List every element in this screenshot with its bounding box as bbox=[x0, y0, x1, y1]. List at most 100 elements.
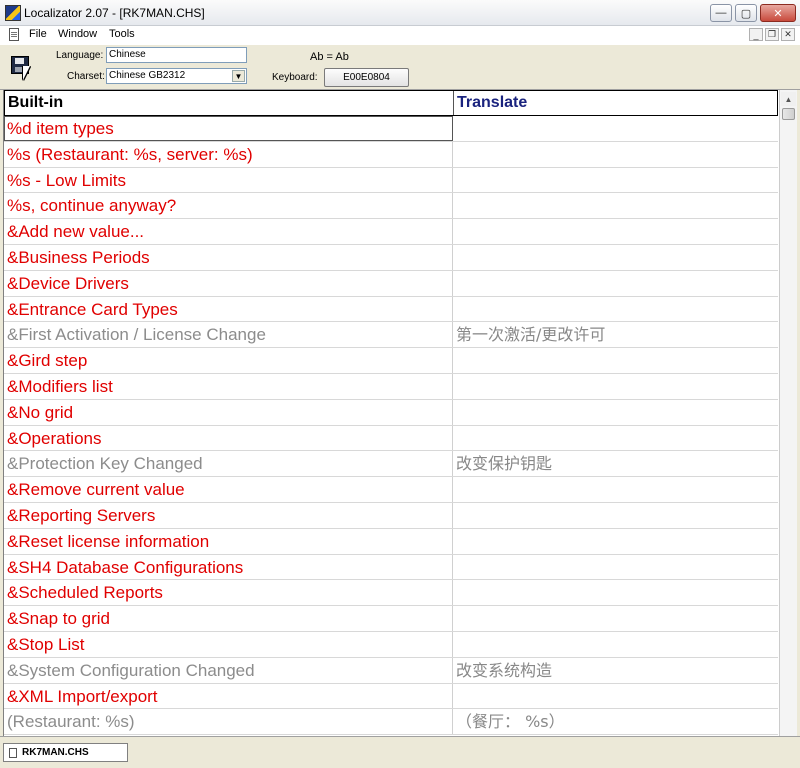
translate-cell[interactable] bbox=[453, 426, 778, 451]
language-input[interactable]: Chinese bbox=[106, 47, 247, 63]
table-row[interactable]: %s, continue anyway? bbox=[4, 193, 778, 220]
document-tab[interactable]: RK7MAN.CHS bbox=[3, 743, 128, 762]
scrollbar-thumb[interactable] bbox=[782, 108, 795, 120]
builtin-cell[interactable]: &Reporting Servers bbox=[4, 503, 453, 528]
table-row[interactable]: &Remove current value bbox=[4, 477, 778, 503]
table-row[interactable]: &Scheduled Reports bbox=[4, 580, 778, 607]
translate-cell[interactable] bbox=[453, 555, 778, 580]
builtin-cell[interactable]: &XML Import/export bbox=[4, 683, 453, 709]
builtin-cell[interactable]: &Business Periods bbox=[4, 245, 453, 270]
translate-cell[interactable] bbox=[453, 503, 778, 528]
builtin-cell[interactable]: &First Activation / License Change bbox=[4, 322, 453, 348]
translate-cell[interactable] bbox=[453, 477, 778, 502]
translate-cell[interactable] bbox=[453, 529, 778, 554]
table-row[interactable]: &Reset license information bbox=[4, 528, 778, 555]
save-button[interactable] bbox=[8, 52, 38, 84]
builtin-cell[interactable]: &Reset license information bbox=[4, 528, 453, 554]
builtin-cell[interactable]: &Stop List bbox=[4, 632, 453, 657]
dropdown-arrow-icon[interactable]: ▼ bbox=[232, 70, 245, 82]
table-row[interactable]: %s (Restaurant: %s, server: %s) bbox=[4, 141, 778, 168]
table-row[interactable]: %d item types bbox=[4, 116, 778, 142]
translate-cell[interactable] bbox=[453, 684, 778, 709]
table-row[interactable]: (Restaurant: %s) （餐厅： %s） bbox=[4, 709, 778, 736]
document-tab-label: RK7MAN.CHS bbox=[22, 747, 89, 758]
builtin-cell[interactable]: &SH4 Database Configurations bbox=[4, 554, 453, 580]
builtin-cell[interactable]: %s (Restaurant: %s, server: %s) bbox=[4, 141, 453, 167]
table-row[interactable]: &No grid bbox=[4, 399, 778, 426]
table-row[interactable]: &Protection Key Changed 改变保护钥匙 bbox=[4, 451, 778, 478]
table-row[interactable]: &System Configuration Changed 改变系统构造 bbox=[4, 657, 778, 684]
builtin-cell[interactable]: &Protection Key Changed bbox=[4, 451, 453, 477]
minimize-button[interactable]: — bbox=[710, 4, 732, 22]
minimize-icon: — bbox=[715, 7, 727, 19]
app-icon[interactable] bbox=[5, 5, 21, 21]
builtin-cell[interactable]: &System Configuration Changed bbox=[4, 657, 453, 683]
translate-cell[interactable] bbox=[453, 606, 778, 631]
table-row[interactable]: &Business Periods bbox=[4, 245, 778, 271]
translate-cell[interactable] bbox=[453, 580, 778, 605]
table-row[interactable]: &First Activation / License Change 第一次激活/… bbox=[4, 322, 778, 349]
table-row[interactable]: &XML Import/export bbox=[4, 683, 778, 710]
menu-file[interactable]: File bbox=[29, 28, 47, 40]
table-row[interactable]: %s - Low Limits bbox=[4, 167, 778, 194]
builtin-cell[interactable]: &Remove current value bbox=[4, 477, 453, 502]
toolbar: Language: Chinese Charset: Chinese GB231… bbox=[0, 44, 800, 90]
translate-cell[interactable] bbox=[453, 297, 778, 322]
charset-select[interactable]: Chinese GB2312 ▼ bbox=[106, 68, 247, 84]
builtin-cell[interactable]: &Gird step bbox=[4, 348, 453, 373]
table-row[interactable]: &Entrance Card Types bbox=[4, 296, 778, 323]
translate-cell[interactable] bbox=[453, 193, 778, 218]
translate-cell[interactable] bbox=[453, 168, 778, 193]
maximize-button[interactable]: ▢ bbox=[735, 4, 757, 22]
charset-label: Charset: bbox=[67, 71, 105, 82]
table-row[interactable]: &Add new value... bbox=[4, 219, 778, 245]
table-row[interactable]: &SH4 Database Configurations bbox=[4, 554, 778, 581]
column-header-builtin[interactable]: Built-in bbox=[5, 91, 454, 115]
translate-cell[interactable]: 改变系统构造 bbox=[453, 658, 778, 683]
column-header-translate[interactable]: Translate bbox=[454, 91, 777, 115]
builtin-cell[interactable]: &Scheduled Reports bbox=[4, 580, 453, 606]
translate-cell[interactable] bbox=[453, 348, 778, 373]
translate-cell[interactable] bbox=[453, 374, 778, 399]
table-row[interactable]: &Stop List bbox=[4, 632, 778, 658]
builtin-cell[interactable]: &Operations bbox=[4, 425, 453, 451]
builtin-cell[interactable]: &Device Drivers bbox=[4, 270, 453, 296]
translate-cell[interactable] bbox=[453, 271, 778, 296]
builtin-cell[interactable]: %s, continue anyway? bbox=[4, 193, 453, 219]
translate-cell[interactable] bbox=[453, 219, 778, 244]
vertical-scrollbar[interactable]: ▲ bbox=[779, 90, 797, 736]
table-row[interactable]: &Reporting Servers bbox=[4, 503, 778, 529]
translate-cell[interactable]: （餐厅： %s） bbox=[453, 709, 778, 734]
translate-cell[interactable]: 第一次激活/更改许可 bbox=[453, 322, 778, 347]
builtin-cell[interactable]: &Add new value... bbox=[4, 219, 453, 244]
close-button[interactable]: ✕ bbox=[760, 4, 796, 22]
scroll-up-arrow-icon[interactable]: ▲ bbox=[781, 92, 796, 106]
table-row[interactable]: &Gird step bbox=[4, 348, 778, 374]
translate-cell[interactable] bbox=[453, 245, 778, 270]
translate-cell[interactable] bbox=[453, 116, 778, 141]
mdi-close-button[interactable]: ✕ bbox=[781, 28, 795, 41]
table-row[interactable]: &Snap to grid bbox=[4, 606, 778, 632]
table-row[interactable]: &Operations bbox=[4, 425, 778, 452]
minimize-icon: _ bbox=[753, 29, 759, 40]
builtin-cell[interactable]: %d item types bbox=[4, 116, 453, 141]
mdi-minimize-button[interactable]: _ bbox=[749, 28, 763, 41]
builtin-cell[interactable]: (Restaurant: %s) bbox=[4, 709, 453, 735]
builtin-cell[interactable]: &Snap to grid bbox=[4, 606, 453, 631]
builtin-cell[interactable]: &Modifiers list bbox=[4, 374, 453, 399]
menu-window[interactable]: Window bbox=[58, 28, 97, 40]
document-icon[interactable] bbox=[9, 28, 19, 41]
table-row[interactable]: &Modifiers list bbox=[4, 374, 778, 400]
menu-tools[interactable]: Tools bbox=[109, 28, 135, 40]
builtin-cell[interactable]: &Entrance Card Types bbox=[4, 296, 453, 322]
translate-cell[interactable] bbox=[453, 400, 778, 425]
translate-cell[interactable] bbox=[453, 142, 778, 167]
translate-cell[interactable] bbox=[453, 632, 778, 657]
restore-icon: ❐ bbox=[767, 29, 777, 39]
keyboard-layout-button[interactable]: E00E0804 bbox=[324, 68, 409, 87]
mdi-restore-button[interactable]: ❐ bbox=[765, 28, 779, 41]
builtin-cell[interactable]: &No grid bbox=[4, 399, 453, 425]
builtin-cell[interactable]: %s - Low Limits bbox=[4, 167, 453, 193]
table-row[interactable]: &Device Drivers bbox=[4, 270, 778, 297]
translate-cell[interactable]: 改变保护钥匙 bbox=[453, 451, 778, 476]
